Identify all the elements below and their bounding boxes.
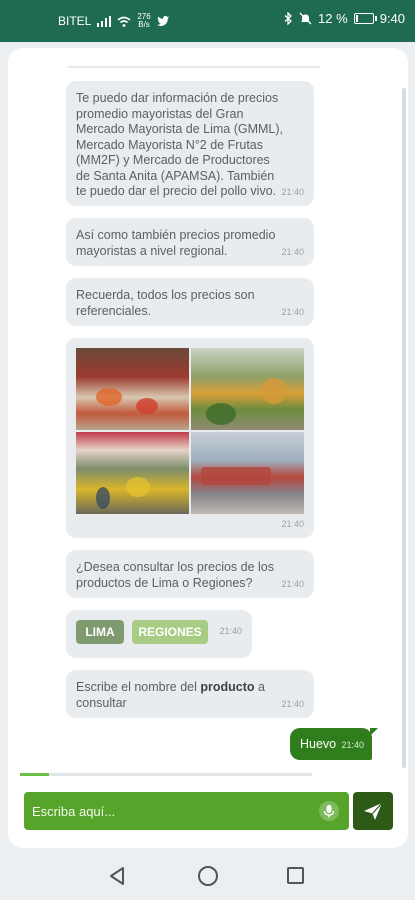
chat-window: Te puedo dar información de precios prom… [8, 48, 408, 848]
battery-percent: 12 % [318, 11, 348, 26]
loading-progress-bar [20, 773, 312, 776]
chat-scrollbar[interactable] [402, 88, 406, 768]
market-photos-collage[interactable] [76, 348, 304, 514]
message-composer [24, 792, 349, 830]
message-time: 21:40 [281, 306, 304, 317]
message-time: 21:40 [219, 626, 242, 636]
bot-message: Recuerda, todos los precios son referenc… [66, 278, 314, 326]
message-text: Huevo [300, 737, 337, 751]
option-regiones-button[interactable]: REGIONES [132, 620, 208, 644]
message-text: ¿Desea consultar los precios de los prod… [76, 560, 275, 590]
message-text: Te puedo dar información de precios prom… [76, 91, 284, 198]
message-time: 21:40 [281, 246, 304, 257]
bot-message: ¿Desea consultar los precios de los prod… [66, 550, 314, 598]
twitter-icon [156, 16, 169, 26]
battery-icon [353, 13, 377, 24]
signal-icon [97, 15, 112, 27]
bot-image-message: 21:40 [66, 338, 314, 538]
mic-button[interactable] [319, 801, 339, 821]
divider [68, 66, 320, 68]
send-icon [364, 802, 383, 820]
message-time: 21:40 [281, 698, 304, 709]
back-icon[interactable] [108, 866, 126, 886]
system-nav-bar [0, 852, 415, 900]
status-bar: BITEL 276 B/s 12 % 9:40 [0, 0, 415, 42]
bubble-tail [370, 728, 378, 736]
market-photo [191, 348, 304, 430]
message-text: Así como también precios promedio mayori… [76, 228, 276, 258]
wifi-icon [117, 16, 131, 27]
market-photo [76, 348, 189, 430]
message-time: 21:40 [281, 578, 304, 589]
home-icon[interactable] [198, 866, 218, 886]
mic-icon [323, 805, 335, 818]
bot-message: Te puedo dar información de precios prom… [66, 81, 314, 206]
send-button[interactable] [353, 792, 393, 830]
clock: 9:40 [379, 11, 405, 26]
option-lima-button[interactable]: LIMA [76, 620, 124, 644]
market-photo [191, 432, 304, 514]
recent-apps-icon[interactable] [287, 867, 304, 884]
net-speed: 276 B/s [137, 12, 151, 29]
carrier-label: BITEL [58, 14, 92, 28]
bold-keyword: producto [200, 680, 255, 694]
message-text: Escribe el nombre del producto a consult… [76, 680, 265, 710]
user-message: Huevo 21:40 [290, 728, 372, 760]
bluetooth-icon [284, 12, 292, 25]
mute-icon [299, 12, 312, 25]
progress-fill [20, 773, 50, 776]
bot-options-message: LIMA REGIONES 21:40 [66, 610, 252, 658]
message-time: 21:40 [281, 186, 304, 197]
message-input[interactable] [32, 800, 302, 822]
bot-message: Así como también precios promedio mayori… [66, 218, 314, 266]
market-photo [76, 432, 189, 514]
bot-message: Escribe el nombre del producto a consult… [66, 670, 314, 718]
message-time: 21:40 [281, 518, 304, 529]
message-text: Recuerda, todos los precios son referenc… [76, 288, 255, 318]
message-time: 21:40 [341, 740, 364, 750]
